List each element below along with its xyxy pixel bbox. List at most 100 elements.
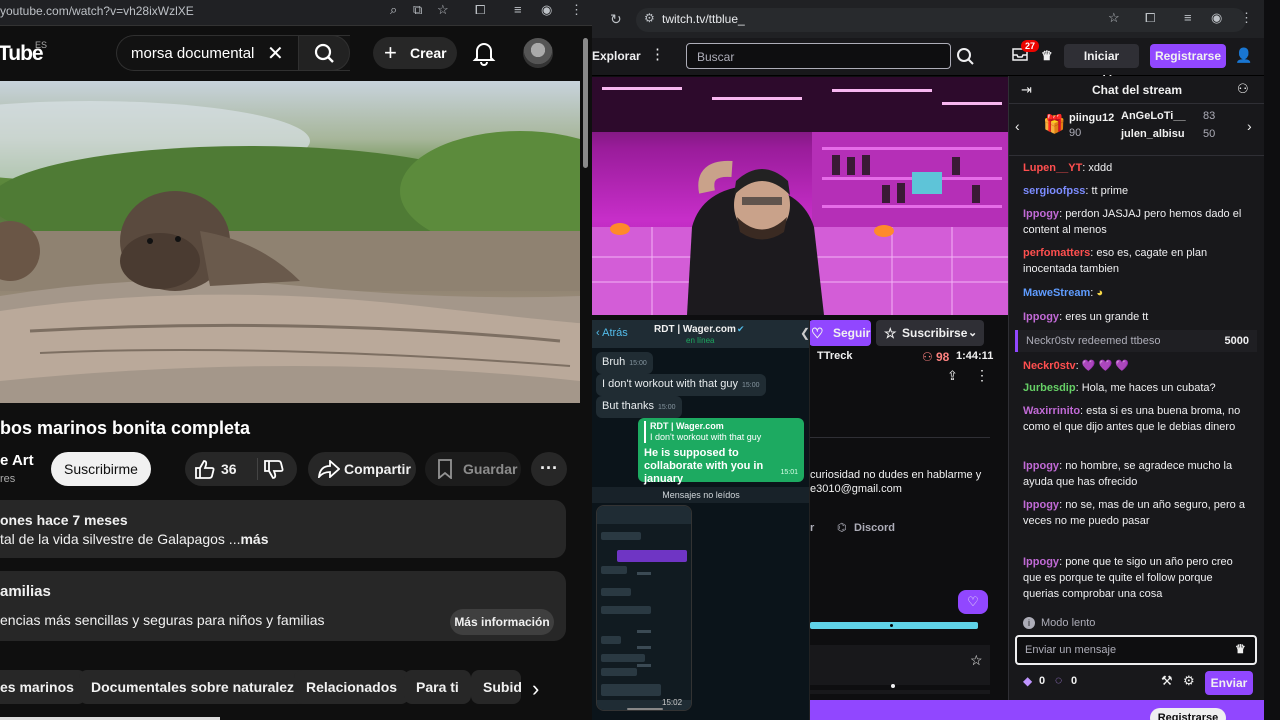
media-control-icon[interactable]: ≡	[514, 2, 522, 17]
more-vertical-icon[interactable]: ⋮	[975, 367, 989, 384]
zoom-icon[interactable]: ⌕	[390, 2, 397, 18]
bookmark-star-icon[interactable]: ☆	[1108, 10, 1120, 26]
chat-username[interactable]: Ippogy	[1023, 208, 1059, 220]
media-control-icon[interactable]: ≡	[1184, 10, 1192, 25]
phone-screenshot-image[interactable]	[596, 505, 692, 711]
chat-username[interactable]: Waxirrinito	[1023, 405, 1080, 417]
leader-value-1: 90	[1069, 127, 1082, 139]
chat-title: Chat del stream	[1091, 83, 1183, 97]
users-icon[interactable]: ⚇	[1237, 81, 1249, 97]
register-button[interactable]: Registrarse	[1150, 44, 1226, 68]
scrollbar[interactable]	[1264, 0, 1280, 720]
streamer-name[interactable]: TTreck	[817, 350, 852, 362]
search-button[interactable]	[298, 35, 350, 71]
chat-message: MaweStream: ◕	[1023, 287, 1104, 299]
chat-username[interactable]: perfomatters	[1023, 247, 1090, 259]
redeem-cost: 5000	[1224, 335, 1249, 347]
prime-crown-icon[interactable]: ♛	[1041, 48, 1053, 64]
screenshot-icon[interactable]: ⧉	[413, 2, 422, 18]
chat-username[interactable]: Jurbesdip	[1023, 382, 1076, 394]
emote-picker-icon[interactable]: ♛	[1235, 642, 1246, 656]
tools-icon[interactable]: ⚒	[1161, 673, 1173, 689]
twitch-search-input[interactable]: Buscar	[686, 43, 951, 69]
banner-register-button[interactable]: Registrarse	[1150, 708, 1226, 720]
bubble-text: But thanks	[602, 400, 654, 412]
browser-menu-icon[interactable]: ⋮	[570, 2, 583, 18]
twitch-url[interactable]: twitch.tv/ttblue_	[662, 12, 745, 26]
heart-button[interactable]: ♡	[958, 590, 988, 614]
stream-player[interactable]	[592, 77, 1008, 315]
quoted-message[interactable]: RDT | Wager.com I don't workout with tha…	[644, 421, 798, 443]
subscribe-dropdown[interactable]: ☆ Suscribirse ⌄	[876, 320, 984, 346]
chat-username[interactable]: Lupen__YT	[1023, 162, 1082, 174]
chevron-left-icon[interactable]: ‹	[1015, 118, 1020, 134]
send-button[interactable]: Enviar	[1205, 671, 1253, 695]
collapse-icon[interactable]: ❮	[800, 326, 809, 340]
star-icon[interactable]: ☆	[970, 652, 983, 669]
subscriber-count: res	[0, 473, 16, 485]
contact-name[interactable]: RDT | Wager.com	[654, 324, 736, 335]
reload-icon[interactable]: ↻	[610, 11, 622, 28]
chip-related[interactable]: Relacionados	[294, 670, 410, 704]
chat-username[interactable]: Ippogy	[1023, 499, 1059, 511]
bits-icon[interactable]: ◆	[1023, 674, 1032, 688]
like-button[interactable]: 36	[185, 452, 257, 486]
youtube-url[interactable]: youtube.com/watch?v=vh28ixWzlXE	[0, 4, 194, 18]
chevron-right-icon[interactable]: ›	[1247, 118, 1252, 134]
notifications-button[interactable]	[472, 40, 496, 71]
browser-menu-icon[interactable]: ⋮	[1240, 10, 1253, 26]
follow-button[interactable]: ♡ Seguir	[809, 320, 871, 346]
chat-input[interactable]: Enviar un mensaje ♛	[1015, 635, 1257, 665]
youtube-window: youtube.com/watch?v=vh28ixWzlXE ⌕ ⧉ ☆ ⧠ …	[0, 0, 592, 720]
profile-icon[interactable]: ◉	[541, 2, 552, 18]
share-button[interactable]: Compartir	[308, 452, 416, 486]
chip-sea-lions[interactable]: es marinos	[0, 670, 86, 704]
show-more-link[interactable]: más	[240, 531, 268, 547]
create-button[interactable]: + Crear	[373, 37, 457, 69]
phone-chat-image	[597, 506, 691, 710]
extensions-icon[interactable]: ⧠	[1145, 10, 1155, 26]
chip-for-you[interactable]: Para ti	[404, 670, 471, 704]
channel-name[interactable]: e Art	[0, 452, 34, 469]
site-info-icon[interactable]: ⚙	[644, 11, 655, 25]
bookmark-star-icon[interactable]: ☆	[437, 2, 449, 18]
back-button[interactable]: ‹ Atrás	[596, 327, 628, 339]
subscribe-button[interactable]: Suscribirme	[51, 452, 151, 486]
chat-username[interactable]: Ippogy	[1023, 460, 1059, 472]
more-vertical-icon[interactable]: ⋮	[650, 45, 665, 63]
gear-icon[interactable]: ⚙	[1183, 673, 1195, 689]
avatar[interactable]	[523, 38, 553, 68]
chat-username[interactable]: sergioofpss	[1023, 185, 1085, 197]
save-button[interactable]: Guardar	[425, 452, 521, 486]
chat-username[interactable]: Ippogy	[1023, 311, 1059, 323]
chip-nature-documentaries[interactable]: Documentales sobre naturaleza	[79, 670, 314, 704]
discord-link[interactable]: Discord	[854, 522, 895, 534]
more-info-button[interactable]: Más información	[450, 609, 554, 635]
search-input[interactable]: morsa documental	[131, 45, 254, 62]
promo-text: encias más sencillas y seguras para niño…	[0, 612, 325, 628]
chip-uploaded[interactable]: Subid	[471, 670, 521, 704]
description-box[interactable]: ones hace 7 meses tal de la vida silvest…	[0, 500, 566, 558]
chat-username[interactable]: MaweStream	[1023, 287, 1090, 299]
share-icon[interactable]: ⇪	[947, 368, 958, 384]
youtube-address-bar[interactable]: youtube.com/watch?v=vh28ixWzlXE ⌕ ⧉ ☆ ⧠ …	[0, 0, 592, 26]
clear-search-icon[interactable]: ✕	[267, 41, 284, 66]
channel-points-icon[interactable]: ◌	[1055, 673, 1062, 687]
share-label: Compartir	[344, 461, 411, 477]
social-link-partial[interactable]: r	[810, 522, 814, 534]
scrollbar-thumb[interactable]	[583, 38, 588, 168]
chat-username[interactable]: Ippogy	[1023, 556, 1059, 568]
login-button[interactable]: Iniciar sesión	[1064, 44, 1139, 87]
profile-icon[interactable]: ◉	[1211, 10, 1222, 26]
leader-name-3: julen_albisu	[1121, 128, 1185, 140]
video-player[interactable]	[0, 81, 580, 403]
leaderboard: ‹ 🎁 piingu12 90 AnGeLoTi__ 83 julen_albi…	[1009, 104, 1265, 156]
extensions-icon[interactable]: ⧠	[475, 2, 485, 18]
chevron-right-icon[interactable]: ›	[532, 676, 539, 702]
dislike-button[interactable]	[258, 452, 297, 486]
chat-username[interactable]: Neckr0stv	[1023, 360, 1076, 372]
user-icon[interactable]: 👤	[1235, 47, 1252, 64]
twitch-search-button[interactable]	[954, 44, 976, 68]
more-actions-button[interactable]: ···	[531, 452, 567, 486]
explore-link[interactable]: Explorar	[592, 49, 641, 63]
